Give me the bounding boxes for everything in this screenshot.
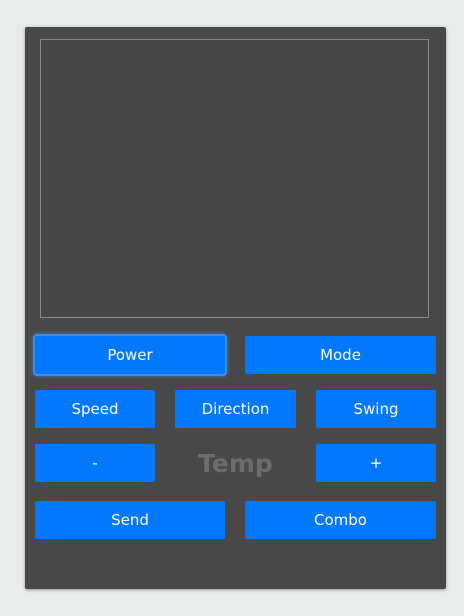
remote-panel: Power Mode Speed Direction Swing - Temp … [25, 27, 446, 589]
mode-button[interactable]: Mode [245, 336, 436, 374]
combo-button[interactable]: Combo [245, 501, 436, 539]
swing-button[interactable]: Swing [316, 390, 436, 428]
send-button[interactable]: Send [35, 501, 225, 539]
power-button[interactable]: Power [35, 336, 225, 374]
speed-button[interactable]: Speed [35, 390, 155, 428]
temp-label: Temp [198, 448, 273, 478]
direction-button[interactable]: Direction [175, 390, 296, 428]
temp-down-button[interactable]: - [35, 444, 155, 482]
temp-up-button[interactable]: + [316, 444, 436, 482]
display-screen [40, 39, 429, 318]
